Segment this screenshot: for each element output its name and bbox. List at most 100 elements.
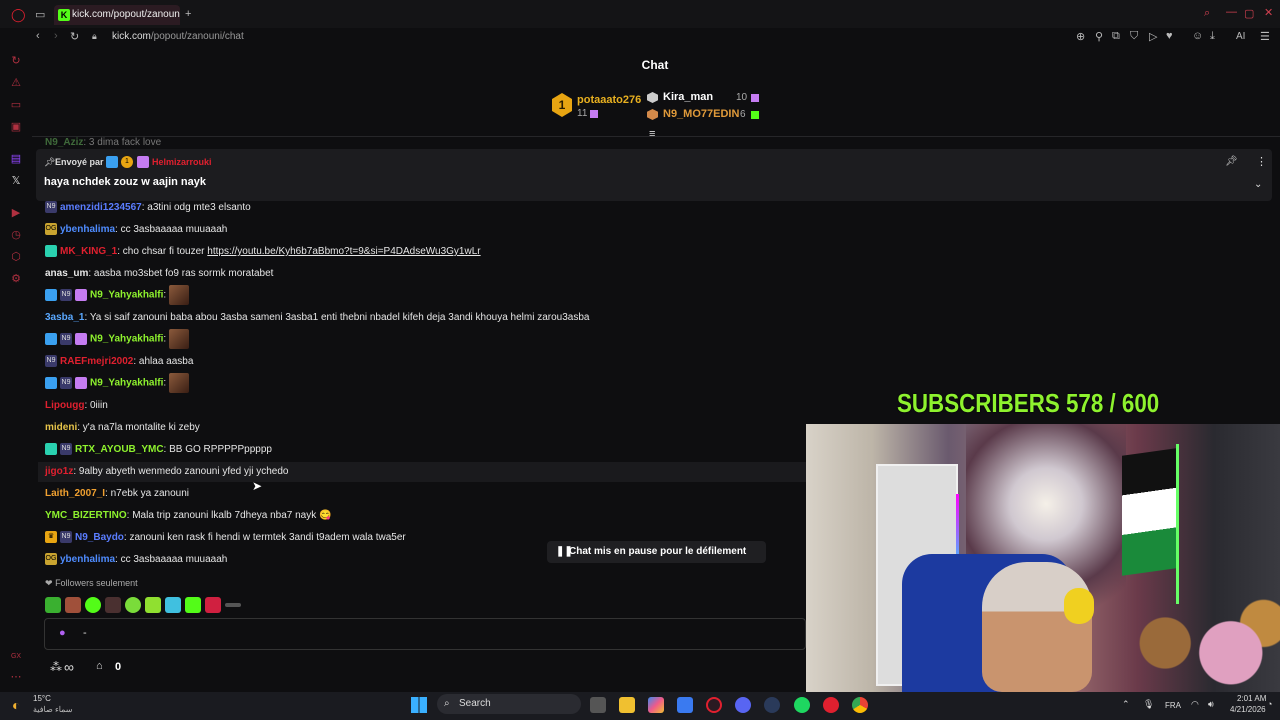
- maximize-icon[interactable]: ▢: [1244, 7, 1254, 20]
- clock-time[interactable]: 2:01 AM: [1237, 694, 1266, 703]
- chat-username[interactable]: N9_Baydo: [75, 532, 124, 543]
- chat-username[interactable]: N9_Yahyakhalfi: [90, 334, 163, 345]
- tab-menu-icon[interactable]: ▭: [35, 8, 45, 21]
- chat-username[interactable]: mideni: [45, 422, 77, 433]
- steam-icon[interactable]: [764, 697, 780, 713]
- spotify-icon[interactable]: [794, 697, 810, 713]
- minimize-icon[interactable]: —: [1226, 6, 1237, 18]
- more-icon[interactable]: ⋯: [9, 670, 23, 684]
- taskbar-search[interactable]: ⌕ Search: [437, 694, 581, 714]
- zoom-icon[interactable]: ⊕: [1076, 30, 1085, 43]
- clock-date[interactable]: 4/21/2026: [1230, 705, 1266, 714]
- file-explorer-icon[interactable]: [619, 697, 635, 713]
- chevron-down-icon[interactable]: ⌄: [1254, 179, 1262, 190]
- history-icon[interactable]: ◷: [9, 228, 23, 242]
- microphone-tray-icon[interactable]: 🎙︎: [1143, 699, 1154, 710]
- new-tab-icon[interactable]: +: [185, 8, 191, 20]
- chat-username[interactable]: Lipougg: [45, 400, 84, 411]
- search-tabs-icon[interactable]: ⌕: [1204, 7, 1210, 20]
- emote-button[interactable]: [105, 596, 121, 613]
- chat-username[interactable]: ybenhalima: [60, 224, 115, 235]
- pinned-more-icon[interactable]: ⋮: [1256, 155, 1267, 168]
- chat-input-box[interactable]: ● -: [44, 618, 806, 650]
- crypto-wallet-icon[interactable]: ⚠: [9, 76, 23, 90]
- emote-button[interactable]: [205, 596, 221, 613]
- chat-input-field[interactable]: -: [83, 627, 87, 639]
- pinned-sender[interactable]: Helmizarrouki: [152, 157, 212, 167]
- shield-icon[interactable]: ⛉: [1130, 30, 1138, 43]
- settings-icon[interactable]: ⚙: [9, 272, 23, 286]
- store-icon[interactable]: ⌂: [96, 660, 103, 672]
- chat-paused-button[interactable]: ❚❚ Chat mis en pause pour le défilement: [547, 541, 766, 563]
- opera-gx-app-icon[interactable]: [706, 697, 722, 713]
- windows-start-icon[interactable]: [411, 697, 427, 713]
- snapshot-icon[interactable]: ⧉: [1112, 30, 1120, 43]
- emote-button[interactable]: [45, 596, 61, 613]
- emote-button[interactable]: [125, 596, 141, 613]
- emote-button[interactable]: [85, 596, 101, 613]
- notifications-icon[interactable]: ◔: [1267, 699, 1272, 709]
- chat-username[interactable]: MK_KING_1: [60, 246, 117, 257]
- weather-icon[interactable]: ◐: [12, 697, 20, 713]
- chat-username[interactable]: amenzidi1234567: [60, 202, 142, 213]
- unpin-icon[interactable]: 📌︎: [1225, 156, 1238, 167]
- gx-icon[interactable]: GX: [9, 650, 23, 664]
- chat-message: jigo1z: 9alby abyeth wenmedo zanouni yfe…: [45, 465, 288, 479]
- ai-label[interactable]: AI: [1236, 31, 1245, 42]
- volume-icon[interactable]: 🔊︎: [1208, 699, 1214, 710]
- wifi-icon[interactable]: ◠: [1191, 699, 1199, 710]
- task-view-icon[interactable]: [590, 697, 606, 713]
- channel-points-icon[interactable]: ⁂: [50, 660, 62, 674]
- extensions-icon[interactable]: ⬡: [9, 250, 23, 264]
- chat-link[interactable]: https://youtu.be/Kyh6b7aBbmo?t=9&si=P4DA…: [207, 246, 480, 257]
- chat-username[interactable]: ybenhalima: [60, 554, 115, 565]
- menu-icon[interactable]: ☰: [1260, 30, 1270, 43]
- close-window-icon[interactable]: ✕: [1264, 6, 1273, 19]
- chat-username[interactable]: N9_Yahyakhalfi: [90, 290, 163, 301]
- emote-button[interactable]: [225, 602, 241, 607]
- chat-username[interactable]: RAEFmejri2002: [60, 356, 133, 367]
- weather-desc: سماء صافية: [33, 705, 73, 714]
- profile-icon[interactable]: ☺: [1192, 30, 1203, 42]
- twitch-icon[interactable]: ▤: [9, 152, 23, 166]
- emote-button[interactable]: [145, 596, 161, 613]
- chat-username[interactable]: RTX_AYOUB_YMC: [75, 444, 164, 455]
- x-twitter-icon[interactable]: 𝕏: [9, 174, 23, 188]
- chrome-icon[interactable]: [852, 697, 868, 713]
- player-sidebar-icon[interactable]: ▶: [9, 206, 23, 220]
- chat-text: :: [163, 333, 167, 345]
- chat-username[interactable]: 3asba_1: [45, 312, 84, 323]
- download-icon[interactable]: ⤓: [1210, 30, 1215, 43]
- store-app-icon[interactable]: [677, 697, 693, 713]
- og-badge-icon: N9: [60, 333, 72, 345]
- back-icon[interactable]: ‹: [36, 30, 40, 42]
- browser-tab[interactable]: K kick.com/popout/zanouni/: [54, 5, 180, 25]
- emote-image: [168, 329, 189, 349]
- chat-username[interactable]: Laith_2007_I: [45, 488, 105, 499]
- chat-message: OG ybenhalima: cc 3asbaaaaa muuaaah: [45, 553, 227, 567]
- valorant-icon[interactable]: [823, 697, 839, 713]
- expand-leaderboard-icon[interactable]: ≡: [649, 128, 655, 140]
- language-indicator[interactable]: FRA: [1165, 701, 1181, 710]
- chat-username[interactable]: N9_Yahyakhalfi: [90, 378, 163, 389]
- chat-username[interactable]: N9_Aziz: [45, 137, 83, 148]
- chat-username[interactable]: YMC_BIZERTINO: [45, 510, 127, 521]
- url-field[interactable]: kick.com/popout/zanouni/chat: [112, 31, 244, 42]
- forward-icon[interactable]: ›: [54, 30, 58, 42]
- pin-icon[interactable]: ⚲: [1095, 30, 1103, 43]
- player-icon[interactable]: ▷: [1149, 30, 1157, 43]
- tray-chevron-icon[interactable]: ⌃: [1122, 699, 1130, 710]
- microphone-icon[interactable]: ●: [59, 627, 66, 639]
- reload-icon[interactable]: ↻: [70, 30, 79, 43]
- discord-icon[interactable]: [735, 697, 751, 713]
- opera-logo-icon[interactable]: ◯: [11, 7, 26, 23]
- messenger-icon[interactable]: ▭: [9, 98, 23, 112]
- chat-username[interactable]: anas_um: [45, 268, 88, 279]
- chat-username[interactable]: jigo1z: [45, 466, 73, 477]
- copilot-icon[interactable]: [648, 697, 664, 713]
- emote-button[interactable]: [165, 596, 181, 613]
- emote-button[interactable]: [185, 596, 201, 613]
- heart-icon[interactable]: ♥: [1166, 30, 1173, 42]
- emote-button[interactable]: [65, 596, 81, 613]
- news-icon[interactable]: ▣: [9, 120, 23, 134]
